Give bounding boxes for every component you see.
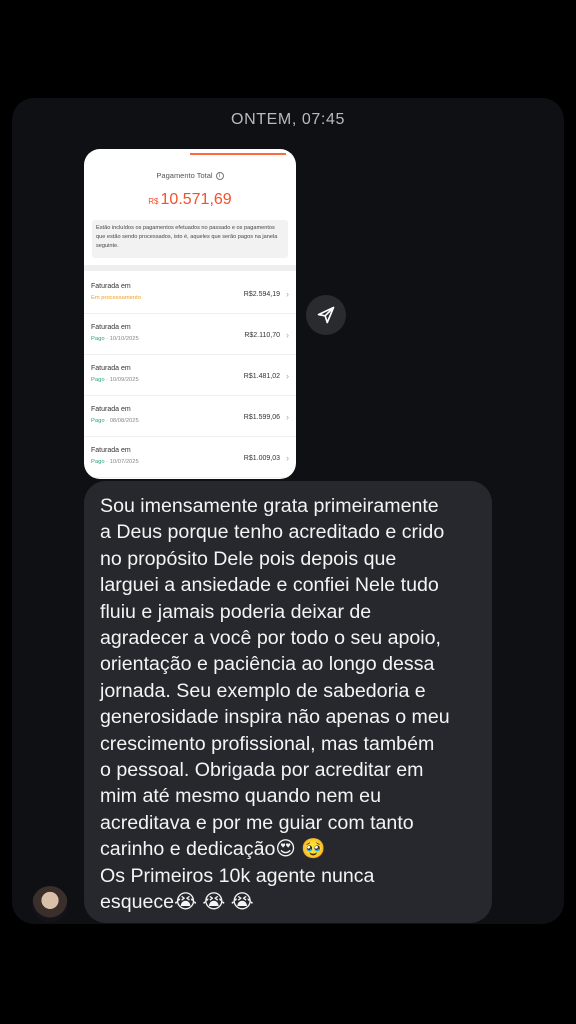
row-title: Faturada em [91,283,131,290]
shared-screenshot-image[interactable]: Pagamento Total i R$ 10.571,69 Estão inclu… [84,149,296,479]
status-label: Pago [91,336,105,342]
total-value: 10.571,69 [160,191,232,208]
currency-symbol: R$ [148,197,159,206]
row-status: Em processamento [91,295,141,301]
row-status: Pago · 10/07/2025 [91,459,139,465]
status-label: Pago [91,459,105,465]
row-title: Faturada em [91,365,131,372]
row-date: 10/10/2025 [109,336,139,342]
info-icon: i [215,172,224,181]
chevron-right-icon: › [286,371,289,381]
row-date: 10/07/2025 [109,459,139,465]
row-amount: R$1.481,02 [243,373,280,380]
status-label: Em processamento [91,295,141,301]
chevron-right-icon: › [286,412,289,422]
payment-row: Faturada em Pago · 08/08/2025 R$1.599,06… [84,396,296,437]
row-date: 10/09/2025 [109,377,139,383]
row-amount: R$1.599,06 [243,414,280,421]
row-amount: R$2.110,70 [244,332,280,339]
row-title: Faturada em [91,447,131,454]
payment-list: Faturada em Em processamento R$2.594,19 … [84,273,296,478]
row-date: 08/08/2025 [109,418,139,424]
send-icon-glyph [317,306,335,324]
chevron-right-icon: › [286,453,289,463]
row-amount: R$1.009,03 [243,455,280,462]
payment-total-amount: R$ 10.571,69 [84,191,296,209]
status-label: Pago [91,377,105,383]
payment-row: Faturada em Pago · 10/07/2025 R$1.009,03… [84,437,296,478]
payment-total-label: Pagamento Total [156,171,213,180]
row-status: Pago · 08/08/2025 [91,418,139,424]
row-amount: R$2.594,19 [243,291,280,298]
status-label: Pago [91,418,105,424]
section-divider [84,265,296,271]
send-icon[interactable] [306,295,346,335]
avatar[interactable] [32,886,68,922]
row-status: Pago · 10/10/2025 [91,336,139,342]
message-timestamp: ONTEM, 07:45 [231,111,345,128]
payment-row: Faturada em Pago · 10/09/2025 R$1.481,02… [84,355,296,396]
row-status: Pago · 10/09/2025 [91,377,139,383]
chevron-right-icon: › [286,330,289,340]
message-bubble[interactable]: Sou imensamente grata primeiramente a De… [84,481,492,923]
row-title: Faturada em [91,324,131,331]
payment-row: Faturada em Em processamento R$2.594,19 … [84,273,296,314]
active-tab-indicator [190,153,286,155]
payment-row: Faturada em Pago · 10/10/2025 R$2.110,70… [84,314,296,355]
row-title: Faturada em [91,406,131,413]
payment-note: Estão incluídos os pagamentos efetuados … [92,220,288,258]
payment-total-header: Pagamento Total i [84,171,296,181]
chevron-right-icon: › [286,289,289,299]
